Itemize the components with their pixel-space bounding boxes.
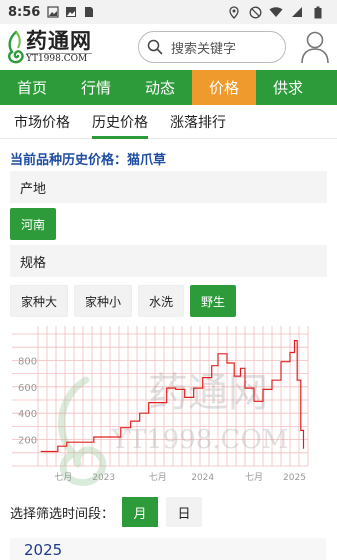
image-icon [64,5,78,19]
tab-history-price[interactable]: 历史价格 [92,105,148,139]
chart-y-axis: 800 600 400 200 [18,356,37,446]
spec-option-cultivated-large[interactable]: 家种大 [10,285,69,317]
app-header: 药通网 YT1998.COM 搜索关键字 [0,24,337,70]
x-tick-label: 2024 [191,473,214,483]
current-variety-title: 当前品种历史价格：猫爪草 [10,153,167,168]
price-subtabs: 市场价格 历史价格 涨落排行 [0,105,337,139]
nav-home[interactable]: 首页 [0,70,64,105]
price-history-chart: 药通网 YT1998.COM 800 600 400 200 七月 2023 七月 2024… [8,326,326,488]
logo-chinese-text: 药通网 [26,28,92,53]
spec-option-washed[interactable]: 水洗 [138,285,185,317]
user-avatar-icon[interactable] [300,30,330,64]
spec-option-wild[interactable]: 野生 [190,285,237,317]
x-tick-label: 七月 [149,472,167,483]
status-bar: 8:56 [0,0,337,24]
status-time: 8:56 [8,4,41,20]
search-input[interactable]: 搜索关键字 [138,31,286,63]
x-tick-label: 七月 [54,472,72,483]
tab-market-price[interactable]: 市场价格 [14,105,70,139]
spec-label: 规格 [10,245,327,277]
origin-options: 河南 [0,203,337,245]
filter-day-button[interactable]: 日 [166,497,203,527]
y-tick-label: 800 [18,356,37,367]
tab-change-ranking[interactable]: 涨落排行 [170,105,226,139]
price-chart-svg: 药通网 YT1998.COM 800 600 400 200 七月 2023 七月 2024… [12,326,309,486]
site-logo[interactable]: 药通网 YT1998.COM [6,30,126,64]
nav-supply[interactable]: 供求 [256,70,320,105]
y-tick-label: 600 [18,383,37,394]
logo-english-text: YT1998.COM [26,52,92,64]
gallery-icon [46,5,60,19]
location-icon [227,5,241,19]
search-placeholder: 搜索关键字 [171,41,237,57]
x-tick-label: 七月 [245,472,263,483]
nav-news[interactable]: 动态 [128,70,192,105]
leaf-logo-icon [8,30,24,64]
nav-market[interactable]: 行情 [64,70,128,105]
origin-option-henan[interactable]: 河南 [10,208,57,240]
y-tick-label: 400 [18,409,37,420]
watermark-leaf-icon [58,376,107,486]
spec-option-cultivated-small[interactable]: 家种小 [74,285,133,317]
origin-label: 产地 [10,171,327,203]
watermark-cn-text: 药通网 [148,370,268,416]
year-selector[interactable]: 2025 [10,538,326,560]
signal-icon [290,5,304,19]
x-tick-label: 2025 [283,473,306,483]
time-filter: 选择筛选时间段： 月 日 [10,497,203,527]
spec-options: 家种大 家种小 水洗 野生 [0,277,337,325]
mute-icon [248,5,262,19]
wifi-icon [269,5,283,19]
nav-price[interactable]: 价格 [192,70,256,105]
chart-x-axis: 七月 2023 七月 2024 七月 2025 [54,472,306,483]
watermark-en-text: YT1998.COM [111,425,289,455]
card-icon [82,5,96,19]
y-tick-label: 200 [18,436,37,447]
main-nav: 首页 行情 动态 价格 供求 [0,70,337,105]
search-icon [147,39,163,55]
battery-icon [311,5,325,19]
time-filter-label: 选择筛选时间段： [10,506,115,522]
filter-month-button[interactable]: 月 [122,497,159,527]
x-tick-label: 2023 [92,473,115,483]
